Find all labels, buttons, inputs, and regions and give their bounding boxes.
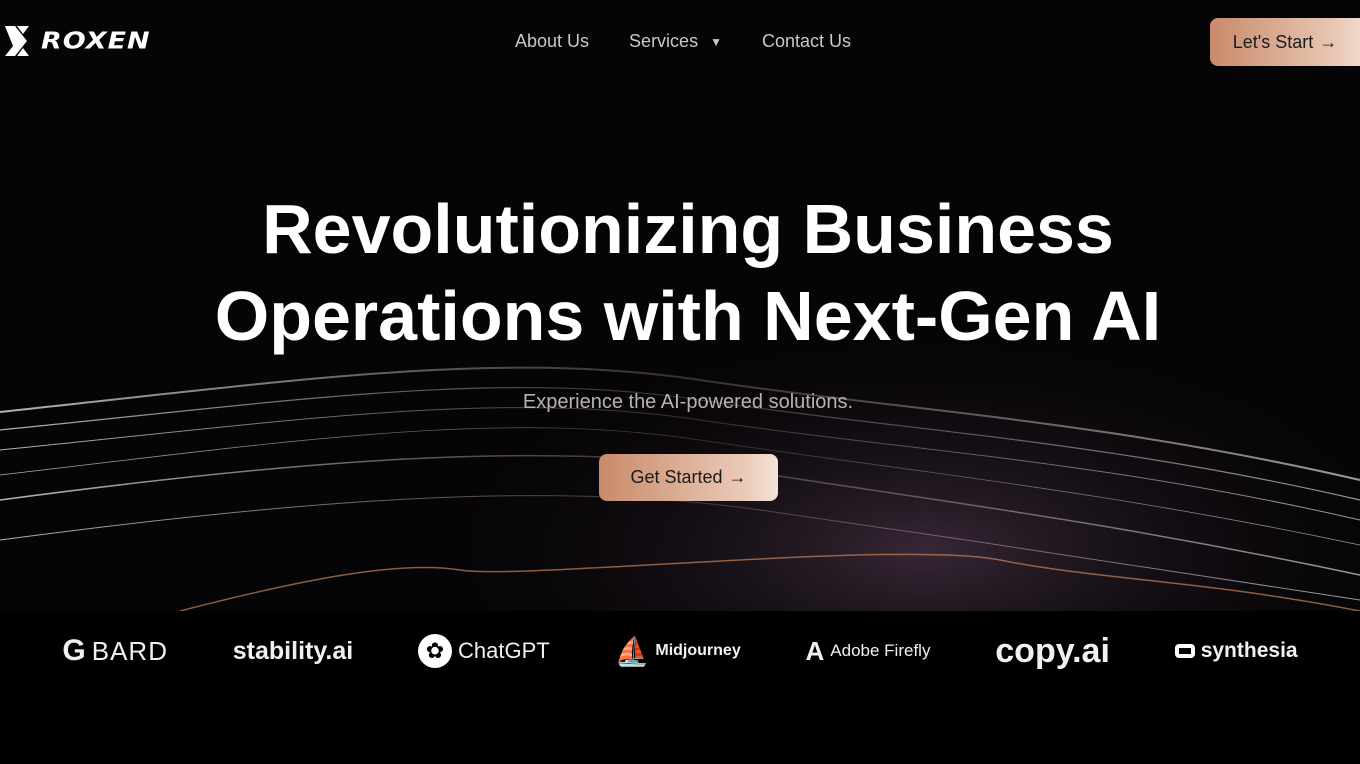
chatgpt-logo: ✿ ChatGPT — [418, 634, 550, 668]
get-started-button[interactable]: Get Started → — [599, 454, 778, 501]
sailboat-icon: ⛵ — [614, 635, 650, 667]
hero-subtitle: Experience the AI-powered solutions. — [522, 391, 854, 413]
nav-services-label: Services — [629, 31, 699, 51]
adobe-firefly-logo: A Adobe Firefly — [805, 635, 931, 666]
copyai-logo: copy.ai — [995, 631, 1110, 670]
nav-about-us[interactable]: About Us — [515, 31, 589, 52]
hero-title: Revolutionizing Business Operations with … — [214, 190, 1162, 355]
partner-logos: G BARD stability.ai ✿ ChatGPT ⛵ Midjourney … — [0, 611, 1360, 691]
synthesia-icon — [1174, 644, 1195, 658]
bard-logo: G BARD — [62, 634, 168, 667]
midjourney-logo: ⛵ Midjourney — [614, 635, 741, 667]
synthesia-logo: synthesia — [1174, 639, 1298, 663]
caret-down-icon: ▼ — [710, 34, 722, 49]
arrow-right-icon: → — [1319, 31, 1338, 52]
logo-text: ROXEN — [41, 27, 151, 55]
nav-services[interactable]: Services ▼ — [629, 31, 722, 52]
arrow-right-icon: → — [728, 467, 747, 487]
nav-contact-us[interactable]: Contact Us — [762, 31, 851, 52]
roxen-logo-icon — [5, 26, 29, 56]
openai-icon: ✿ — [418, 634, 452, 668]
lets-start-label: Let's Start — [1232, 31, 1314, 52]
stability-logo: stability.ai — [232, 636, 354, 665]
google-g-icon: G — [62, 634, 86, 667]
top-nav: ROXEN About Us Services ▼ Contact Us Let'… — [0, 0, 1360, 82]
adobe-icon: A — [805, 635, 825, 666]
get-started-label: Get Started — [630, 467, 723, 487]
logo[interactable]: ROXEN — [3, 24, 151, 58]
lets-start-button[interactable]: Let's Start → — [1210, 18, 1360, 66]
